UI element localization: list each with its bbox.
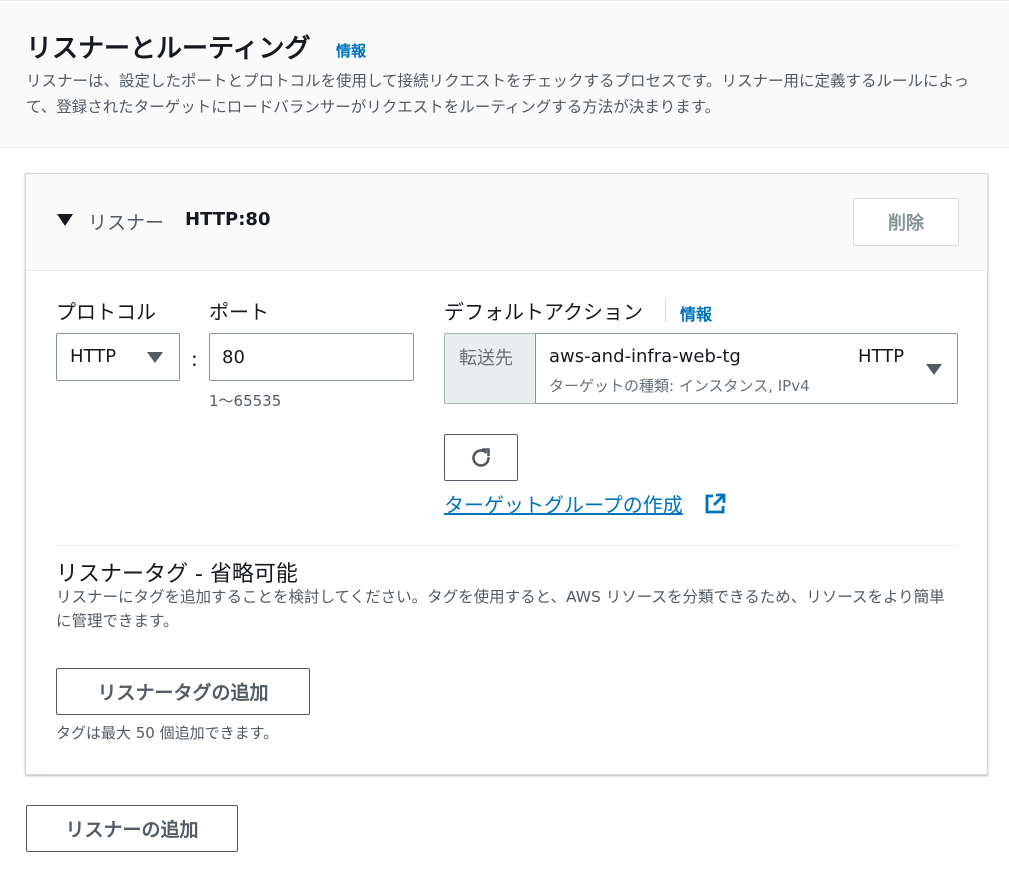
forward-addon: 転送先 [444, 333, 536, 404]
delete-button[interactable]: 削除 [853, 198, 959, 246]
target-group-protocol: HTTP [858, 346, 905, 367]
port-input[interactable] [209, 333, 414, 381]
port-hint: 1〜65535 [209, 392, 282, 410]
listener-tags-hint: タグは最大 50 個追加できます。 [56, 724, 279, 742]
listener-label: リスナー [88, 212, 165, 234]
section-info-link[interactable]: 情報 [336, 40, 366, 61]
triangle-down-icon [147, 352, 163, 363]
section-title: リスナーとルーティング [26, 34, 311, 64]
protocol-value: HTTP [70, 346, 117, 367]
external-link-icon[interactable] [703, 492, 727, 516]
label-divider [665, 298, 666, 322]
protocol-select[interactable]: HTTP [56, 333, 180, 381]
target-group-name: aws-and-infra-web-tg [549, 346, 741, 367]
triangle-down-icon [926, 364, 942, 375]
protocol-label: プロトコル [56, 300, 156, 324]
create-target-group-link-text: ターゲットグループの作成 [444, 493, 683, 517]
caret-down-icon[interactable] [57, 214, 73, 226]
port-label: ポート [209, 300, 269, 324]
protocol-port-separator: : [191, 347, 198, 371]
tags-divider [56, 545, 958, 546]
default-action-label: デフォルトアクション [444, 300, 643, 324]
add-listener-button[interactable]: リスナーの追加 [26, 805, 238, 852]
create-target-group-link[interactable]: ターゲットグループの作成 [444, 489, 683, 518]
section-description: リスナーは、設定したポートとプロトコルを使用して接続リクエストをチェックするプロ… [26, 72, 970, 116]
default-action-info-link[interactable]: 情報 [680, 301, 712, 325]
listener-tags-description: リスナーにタグを追加することを検討してください。タグを使用すると、AWS リソー… [56, 588, 945, 630]
forward-addon-label: 転送先 [459, 348, 513, 369]
add-listener-tag-button[interactable]: リスナータグの追加 [56, 668, 310, 715]
target-group-select[interactable]: aws-and-infra-web-tg HTTP ターゲットの種類: インスタ… [535, 333, 958, 404]
refresh-icon [472, 447, 490, 467]
target-group-detail: ターゲットの種類: インスタンス, IPv4 [549, 377, 810, 395]
refresh-button[interactable] [444, 434, 518, 481]
listener-tags-title: リスナータグ - 省略可能 [56, 562, 298, 587]
listener-value: HTTP:80 [185, 209, 271, 230]
listener-panel-header[interactable]: リスナー HTTP:80 削除 [26, 174, 987, 271]
